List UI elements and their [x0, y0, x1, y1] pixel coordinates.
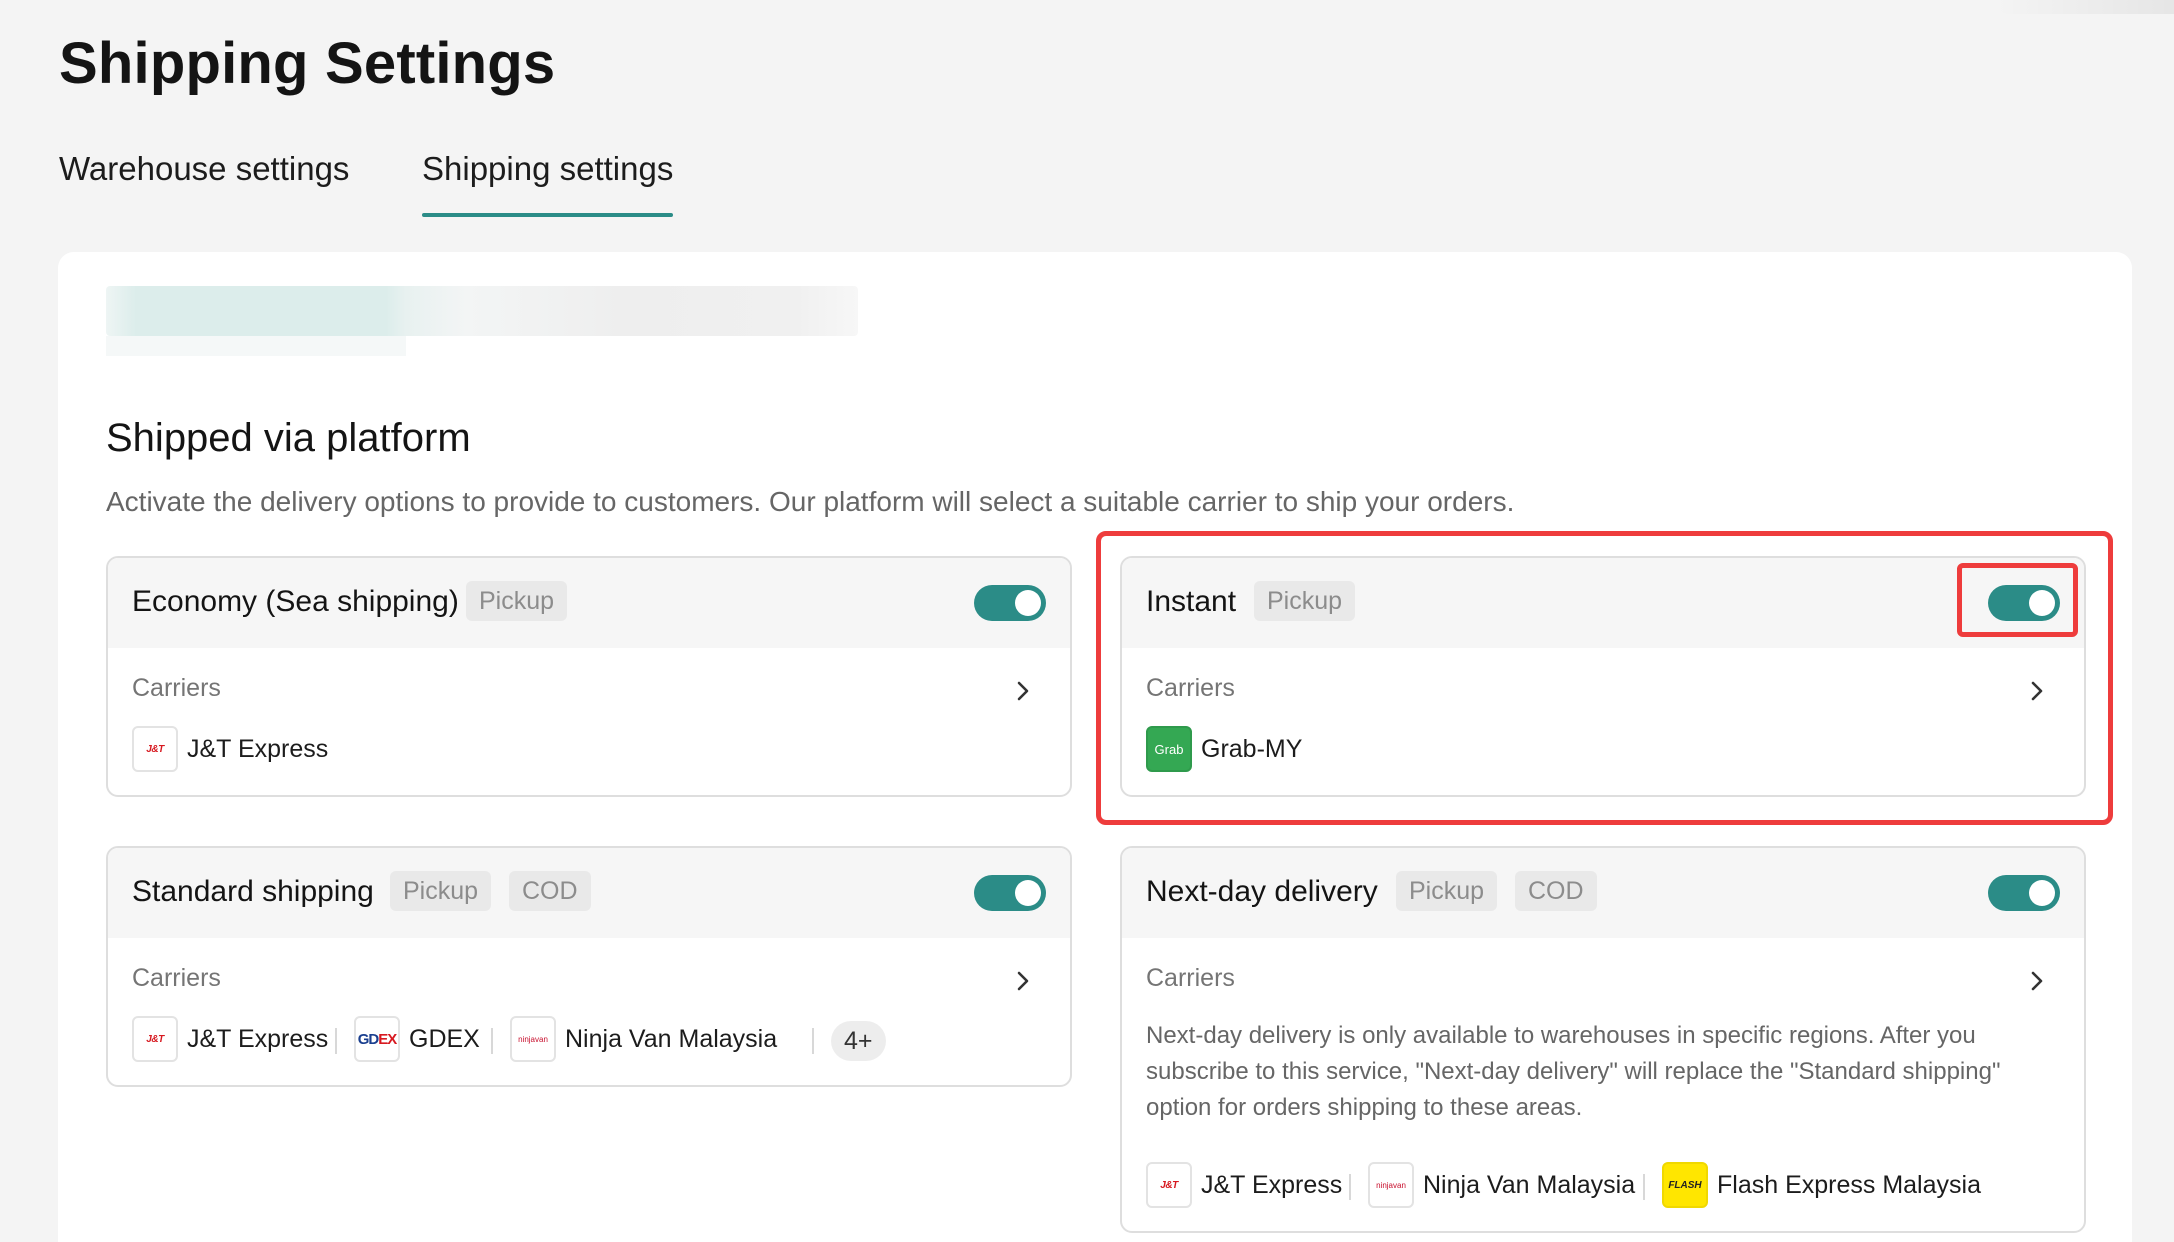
carrier-name: Grab-MY [1201, 734, 1303, 763]
carrier-name: J&T Express [187, 1024, 329, 1053]
flash-express-logo: FLASH [1662, 1162, 1708, 1208]
tag-cod: COD [509, 871, 591, 911]
carrier-name: J&T Express [1201, 1170, 1343, 1199]
nextday-toggle[interactable] [1988, 875, 2060, 911]
card-header: Instant Pickup [1122, 558, 2084, 648]
carrier-name: J&T Express [187, 734, 329, 763]
tag-pickup: Pickup [1254, 581, 1356, 621]
gdex-logo-accent: EX [378, 1030, 397, 1048]
tag-pickup: Pickup [466, 581, 568, 621]
carrier-separator [812, 1028, 814, 1054]
delivery-card-instant: Instant Pickup Carriers Grab Grab-MY [1120, 556, 2086, 797]
card-header: Economy (Sea shipping) Pickup [108, 558, 1070, 648]
tag-cod: COD [1515, 871, 1597, 911]
carrier-name: Ninja Van Malaysia [565, 1024, 778, 1053]
carrier-item: ninjavan Ninja Van Malaysia [510, 1016, 777, 1062]
carrier-item: GD EX GDEX [354, 1016, 480, 1062]
section-description: Activate the delivery options to provide… [106, 486, 1515, 517]
settings-panel: Shipped via platform Activate the delive… [58, 252, 2132, 1242]
carrier-item: J&T J&T Express [1146, 1162, 1342, 1208]
carriers-label: Carriers [132, 964, 221, 992]
jt-express-logo: J&T [1146, 1162, 1192, 1208]
toggle-knob [2029, 880, 2055, 906]
toggle-knob [1015, 590, 1041, 616]
chevron-right-icon[interactable] [1008, 676, 1038, 706]
standard-toggle[interactable] [974, 875, 1046, 911]
card-header: Next-day delivery Pickup COD [1122, 848, 2084, 938]
tab-warehouse-settings[interactable]: Warehouse settings [59, 150, 349, 220]
gdex-logo: GD EX [354, 1016, 400, 1062]
chevron-right-icon[interactable] [2022, 966, 2052, 996]
chevron-right-icon[interactable] [2022, 676, 2052, 706]
section-title: Shipped via platform [106, 416, 471, 460]
gdex-logo-text: GD [357, 1030, 379, 1048]
delivery-card-standard: Standard shipping Pickup COD Carriers J&… [106, 846, 1072, 1087]
carrier-name: Flash Express Malaysia [1717, 1170, 1981, 1199]
instant-toggle[interactable] [1988, 585, 2060, 621]
tag-pickup: Pickup [390, 871, 492, 911]
nextday-availability-note: Next-day delivery is only available to w… [1146, 1022, 2001, 1121]
carrier-separator [335, 1028, 337, 1054]
delivery-card-economy: Economy (Sea shipping) Pickup Carriers J… [106, 556, 1072, 797]
carrier-item: J&T J&T Express [132, 726, 328, 772]
toggle-knob [1015, 880, 1041, 906]
chevron-right-icon[interactable] [1008, 966, 1038, 996]
card-header: Standard shipping Pickup COD [108, 848, 1070, 938]
carrier-name: Ninja Van Malaysia [1423, 1170, 1636, 1199]
window-corner-shadow [1994, 0, 2174, 14]
carriers-label: Carriers [1146, 674, 1235, 702]
toggle-knob [2029, 590, 2055, 616]
card-title: Economy (Sea shipping) [132, 585, 459, 618]
tab-shipping-settings[interactable]: Shipping settings [422, 150, 674, 220]
carrier-separator [1643, 1174, 1645, 1200]
card-title: Instant [1146, 585, 1237, 618]
blurred-banner-fade [106, 336, 406, 356]
blurred-banner [106, 286, 858, 336]
jt-express-logo: J&T [132, 726, 178, 772]
carrier-separator [491, 1028, 493, 1054]
delivery-card-nextday: Next-day delivery Pickup COD Carriers Ne… [1120, 846, 2086, 1233]
grab-logo: Grab [1146, 726, 1192, 772]
carrier-name: GDEX [409, 1024, 480, 1053]
card-title: Next-day delivery [1146, 875, 1378, 908]
carrier-item: Grab Grab-MY [1146, 726, 1302, 772]
ninja-van-logo: ninjavan [1368, 1162, 1414, 1208]
carrier-separator [1349, 1174, 1351, 1200]
carriers-label: Carriers [132, 674, 221, 702]
more-carriers-badge[interactable]: 4+ [831, 1021, 886, 1061]
jt-express-logo: J&T [132, 1016, 178, 1062]
economy-toggle[interactable] [974, 585, 1046, 621]
carrier-item: ninjavan Ninja Van Malaysia [1368, 1162, 1635, 1208]
page-title: Shipping Settings [59, 31, 556, 96]
carrier-item: J&T J&T Express [132, 1016, 328, 1062]
card-title: Standard shipping [132, 875, 374, 908]
carrier-item: FLASH Flash Express Malaysia [1662, 1162, 1981, 1208]
tag-pickup: Pickup [1396, 871, 1498, 911]
ninja-van-logo: ninjavan [510, 1016, 556, 1062]
carriers-label: Carriers [1146, 964, 1235, 992]
